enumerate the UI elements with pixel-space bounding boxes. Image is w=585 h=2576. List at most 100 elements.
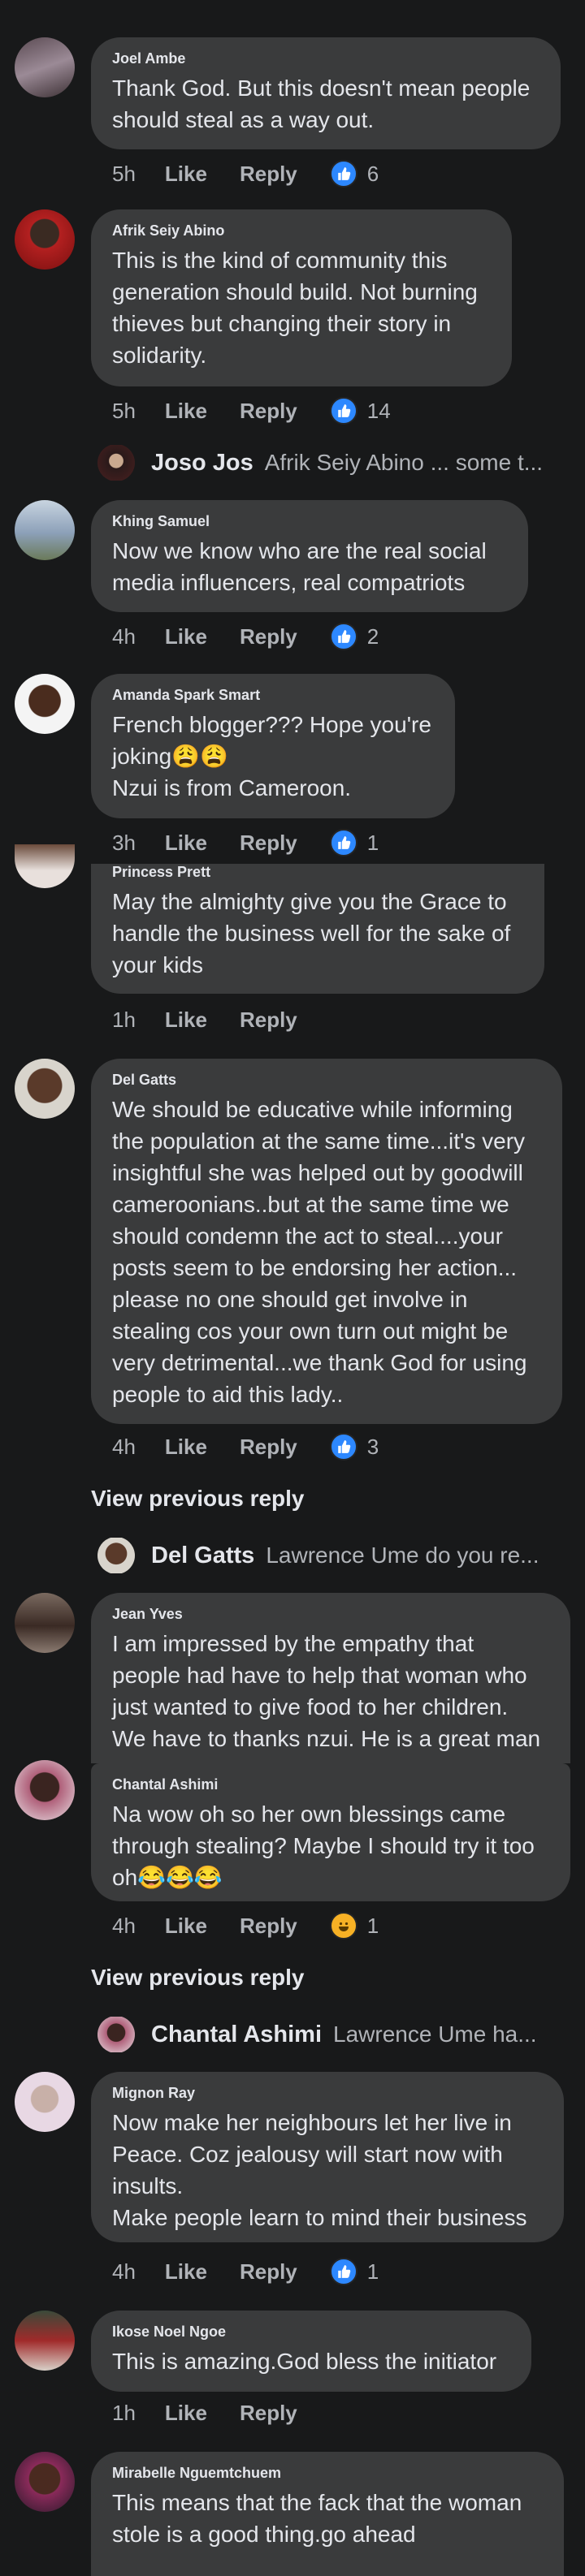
avatar[interactable] — [15, 1760, 75, 1820]
avatar[interactable] — [15, 844, 75, 888]
view-previous-reply-link[interactable]: View previous reply — [91, 1486, 305, 1512]
comment-text: French blogger??? Hope you're joking😩😩 N… — [112, 712, 431, 800]
avatar[interactable] — [15, 209, 75, 270]
thumbs-up-icon[interactable] — [329, 160, 358, 188]
like-button[interactable]: Like — [165, 624, 207, 649]
reply-button[interactable]: Reply — [240, 831, 297, 856]
avatar[interactable] — [15, 37, 75, 97]
avatar[interactable] — [15, 2311, 75, 2371]
reaction-count: 2 — [366, 624, 379, 649]
avatar[interactable] — [15, 2072, 75, 2132]
haha-reaction-icon[interactable] — [329, 1912, 358, 1940]
reply-preview[interactable]: Chantal Ashimi Lawrence Ume ha... — [98, 2017, 569, 2052]
comment-time[interactable]: 3h — [112, 831, 136, 856]
commenter-name[interactable]: Afrik Seiy Abino — [112, 222, 492, 239]
comment-bubble: Afrik Seiy Abino This is the kind of com… — [91, 209, 512, 386]
comment-text: Thank God. But this doesn't mean people … — [112, 76, 531, 132]
reply-button[interactable]: Reply — [240, 162, 297, 187]
commenter-name[interactable]: Khing Samuel — [112, 513, 509, 530]
avatar[interactable] — [15, 1059, 75, 1119]
like-button[interactable]: Like — [165, 2401, 207, 2426]
comment-actions: 4h Like Reply 2 — [112, 620, 379, 653]
reply-author-name[interactable]: Del Gatts — [151, 1543, 254, 1569]
commenter-name[interactable]: Ikose Noel Ngoe — [112, 2324, 512, 2341]
reply-button[interactable]: Reply — [240, 399, 297, 424]
comment-bubble: Chantal Ashimi Na wow oh so her own bles… — [91, 1763, 570, 1901]
comment-text: This is amazing.God bless the initiator — [112, 2349, 497, 2374]
commenter-name[interactable]: Joel Ambe — [112, 50, 541, 67]
comment-text: This is the kind of community this gener… — [112, 248, 478, 368]
comment-time[interactable]: 5h — [112, 162, 136, 187]
like-button[interactable]: Like — [165, 2259, 207, 2285]
reply-snippet: Afrik Seiy Abino ... some t... — [264, 450, 544, 475]
comment-actions: 4h Like Reply 1 — [112, 1909, 379, 1942]
comment-text: Now we know who are the real social medi… — [112, 538, 487, 595]
comment-actions: 3h Like Reply 1 — [112, 826, 379, 859]
reaction-count: 1 — [366, 2259, 379, 2284]
reaction-count: 1 — [366, 1913, 379, 1938]
comment-text: May the almighty give you the Grace to h… — [112, 889, 511, 977]
avatar[interactable] — [15, 500, 75, 560]
view-previous-reply-link[interactable]: View previous reply — [91, 1965, 305, 1991]
reply-author-name[interactable]: Joso Jos — [151, 450, 254, 477]
like-button[interactable]: Like — [165, 1435, 207, 1460]
comment-bubble: Amanda Spark Smart French blogger??? Hop… — [91, 674, 455, 818]
comment-actions: 5h Like Reply 14 — [112, 395, 391, 427]
commenter-name[interactable]: Del Gatts — [112, 1072, 543, 1089]
reply-snippet: Lawrence Ume ha... — [333, 2022, 537, 2047]
commenter-name[interactable]: Chantal Ashimi — [112, 1776, 551, 1793]
comment-actions: 1h Like Reply — [112, 2397, 330, 2429]
avatar[interactable] — [15, 2452, 75, 2512]
avatar[interactable] — [15, 674, 75, 734]
commenter-name[interactable]: Princess Prett — [112, 864, 525, 881]
commenter-name[interactable]: Amanda Spark Smart — [112, 687, 436, 704]
like-button[interactable]: Like — [165, 831, 207, 856]
reaction-count: 3 — [366, 1434, 379, 1459]
avatar[interactable] — [98, 1538, 135, 1573]
comment-actions: 4h Like Reply 3 — [112, 1430, 379, 1463]
like-button[interactable]: Like — [165, 1914, 207, 1939]
comment-bubble: Mirabelle Nguemtchuem This means that th… — [91, 2452, 564, 2576]
commenter-name[interactable]: Mignon Ray — [112, 2085, 544, 2102]
like-button[interactable]: Like — [165, 399, 207, 424]
like-button[interactable]: Like — [165, 1008, 207, 1033]
reply-snippet: Lawrence Ume do you re... — [266, 1543, 540, 1568]
comment-bubble: Ikose Noel Ngoe This is amazing.God bles… — [91, 2311, 531, 2392]
reaction-count: 6 — [366, 161, 379, 186]
comment-bubble: Joel Ambe Thank God. But this doesn't me… — [91, 37, 561, 149]
comment-bubble: Khing Samuel Now we know who are the rea… — [91, 500, 528, 612]
comment-bubble: Del Gatts We should be educative while i… — [91, 1059, 562, 1424]
comment-actions: 4h Like Reply 1 — [112, 2255, 379, 2288]
like-button[interactable]: Like — [165, 162, 207, 187]
reply-button[interactable]: Reply — [240, 1914, 297, 1939]
thumbs-up-icon[interactable] — [329, 397, 358, 425]
comment-text: We should be educative while informing t… — [112, 1097, 527, 1407]
comment-time[interactable]: 1h — [112, 2401, 136, 2426]
reply-button[interactable]: Reply — [240, 1008, 297, 1033]
commenter-name[interactable]: Mirabelle Nguemtchuem — [112, 2465, 544, 2482]
reply-button[interactable]: Reply — [240, 2401, 297, 2426]
reaction-count: 14 — [366, 398, 391, 423]
comment-time[interactable]: 4h — [112, 624, 136, 649]
thumbs-up-icon[interactable] — [329, 623, 358, 650]
reply-button[interactable]: Reply — [240, 624, 297, 649]
comment-time[interactable]: 4h — [112, 1435, 136, 1460]
reaction-count: 1 — [366, 830, 379, 855]
comment-text: I am impressed by the empathy that peopl… — [112, 1631, 541, 1751]
commenter-name[interactable]: Jean Yves — [112, 1606, 551, 1623]
reply-button[interactable]: Reply — [240, 2259, 297, 2285]
thumbs-up-icon[interactable] — [329, 1433, 358, 1461]
comment-time[interactable]: 4h — [112, 2259, 136, 2285]
avatar[interactable] — [98, 2017, 135, 2052]
avatar[interactable] — [98, 445, 135, 481]
reply-preview[interactable]: Joso Jos Afrik Seiy Abino ... some t... — [98, 445, 569, 481]
comment-time[interactable]: 5h — [112, 399, 136, 424]
comment-time[interactable]: 1h — [112, 1008, 136, 1033]
reply-preview[interactable]: Del Gatts Lawrence Ume do you re... — [98, 1538, 569, 1573]
comment-time[interactable]: 4h — [112, 1914, 136, 1939]
thumbs-up-icon[interactable] — [329, 829, 358, 857]
reply-author-name[interactable]: Chantal Ashimi — [151, 2022, 322, 2048]
reply-button[interactable]: Reply — [240, 1435, 297, 1460]
avatar[interactable] — [15, 1593, 75, 1653]
thumbs-up-icon[interactable] — [329, 2258, 358, 2285]
